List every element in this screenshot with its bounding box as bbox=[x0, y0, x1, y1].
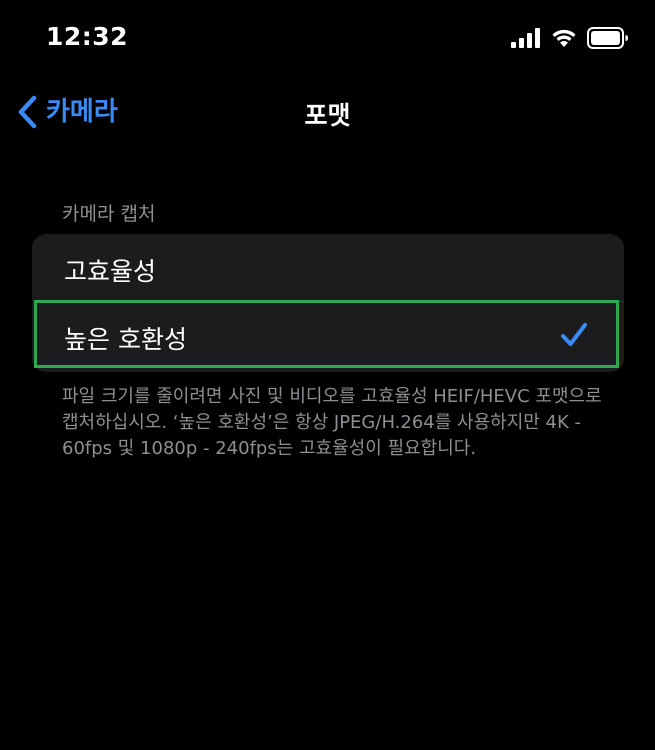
section-footer: 파일 크기를 줄이려면 사진 및 비디오를 고효율성 HEIF/HEVC 포맷으… bbox=[62, 386, 602, 459]
page-title: 포맷 bbox=[304, 101, 351, 130]
option-label: 고효율성 bbox=[64, 257, 157, 286]
status-bar: 12:32 bbox=[0, 0, 655, 80]
option-most-compatible[interactable]: 높은 호환성 bbox=[32, 302, 624, 370]
status-icons bbox=[511, 27, 629, 49]
battery-icon bbox=[587, 27, 628, 49]
wifi-icon bbox=[552, 29, 576, 47]
option-label: 높은 호환성 bbox=[64, 325, 187, 354]
navigation-bar: 카메라 포맷 bbox=[0, 80, 655, 140]
format-options-group: 고효율성 높은 호환성 bbox=[32, 234, 624, 372]
section-header: 카메라 캡처 bbox=[62, 203, 156, 225]
status-time: 12:32 bbox=[46, 22, 129, 51]
checkmark-icon bbox=[561, 323, 587, 346]
cellular-signal-icon bbox=[511, 28, 540, 48]
option-high-efficiency[interactable]: 고효율성 bbox=[32, 234, 624, 302]
